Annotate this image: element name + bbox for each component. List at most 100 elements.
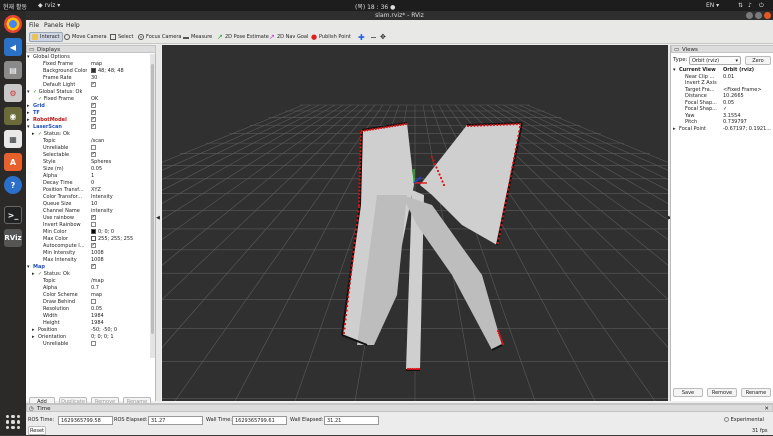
close-button[interactable] [764,12,771,19]
display-value[interactable]: 255; 255; 255 [91,236,153,243]
display-value[interactable]: 0.05 [91,166,153,173]
scene-canvas[interactable] [162,45,668,401]
display-row[interactable]: Max Intensity 1008 [26,257,154,264]
expanded-arrow-icon[interactable]: ▾ [27,89,30,96]
rviz-icon[interactable]: RViz [4,229,22,247]
power-icon[interactable]: ⏻ [759,2,764,10]
display-row[interactable]: Max Color 255; 255; 255 [26,236,154,243]
display-checkbox[interactable] [91,82,96,88]
display-value[interactable] [91,341,153,348]
display-value[interactable] [91,243,153,250]
collapsed-arrow-icon[interactable]: ▸ [32,271,35,278]
activities-button[interactable]: 현재 활동 [3,2,27,11]
display-checkbox[interactable] [91,264,96,270]
display-row[interactable]: Queue Size 10 [26,201,154,208]
display-row[interactable]: Min Color 0; 0; 0 [26,229,154,236]
display-row[interactable]: Draw Behind [26,299,154,306]
display-value[interactable] [91,124,153,131]
displays-panel-header[interactable]: ▭ Displays [26,45,156,53]
collapsed-arrow-icon[interactable]: ▸ [32,327,35,334]
display-checkbox[interactable] [91,215,96,221]
display-row[interactable]: ✓ Fixed Frame OK [26,96,154,103]
time-panel-header[interactable]: ◷ Time ✕ [26,404,773,412]
display-value[interactable]: Spheres [91,159,153,166]
display-checkbox[interactable] [91,222,96,227]
files-icon[interactable]: ▤ [4,61,22,79]
display-checkbox[interactable] [91,145,96,150]
display-value[interactable]: 1 [91,173,153,180]
display-value[interactable]: intensity [91,208,153,215]
display-value[interactable] [91,117,153,124]
experimental-checkbox[interactable]: Experimental [724,417,764,423]
display-value[interactable]: /map [91,278,153,285]
collapsed-arrow-icon[interactable]: ▸ [32,334,35,341]
display-checkbox[interactable] [91,243,96,249]
display-value[interactable] [91,145,153,152]
display-value[interactable]: 0 [91,180,153,187]
views-panel-header[interactable]: ▭ Views [671,45,773,53]
display-row[interactable]: Default Light [26,82,154,89]
display-checkbox[interactable] [91,103,96,109]
display-value[interactable] [91,222,153,229]
display-row[interactable]: Min Intensity 1008 [26,250,154,257]
display-row[interactable]: Unreliable [26,341,154,348]
display-row[interactable]: Invert Rainbow [26,222,154,229]
ros-time-field[interactable]: 1629365799.58 [58,416,113,425]
tool-2d-nav-goal[interactable]: ↗ 2D Nav Goal [267,32,310,42]
display-row[interactable]: ▾ Map [26,264,154,271]
display-row[interactable]: Width 1984 [26,313,154,320]
language-indicator[interactable]: EN ▾ [706,2,719,9]
display-value[interactable]: 1008 [91,250,153,257]
tool-select[interactable]: Select [108,32,135,42]
display-checkbox[interactable] [91,341,96,346]
expanded-arrow-icon[interactable]: ▾ [27,264,30,271]
tool-properties-button[interactable]: ✥ [378,32,388,42]
display-value[interactable] [91,103,153,110]
display-value[interactable]: Intensity [91,194,153,201]
libreoffice-icon[interactable]: ▦ [4,130,22,148]
add-tool-button[interactable]: ✚ [356,32,367,42]
display-row[interactable]: ▸ TF [26,110,154,117]
display-value[interactable] [91,264,153,271]
view-row[interactable]: ▸ Focal Point -0.67197; 0.1921... [671,126,773,133]
display-value[interactable]: 0.7 [91,285,153,292]
clock[interactable]: (목) 18 : 36 ● [355,2,395,11]
display-value[interactable]: map [91,292,153,299]
display-value[interactable]: OK [91,96,153,103]
display-row[interactable]: ▸ ✓ Status: Ok [26,131,154,138]
display-row[interactable]: Fixed Frame map [26,61,154,68]
save-view-button[interactable]: Save [673,388,703,397]
display-row[interactable]: Alpha 1 [26,173,154,180]
displays-tree[interactable]: ▾ Global Options Fixed Frame map Background … [26,54,154,358]
display-value[interactable] [91,152,153,159]
display-checkbox[interactable] [91,117,96,123]
tool-interact[interactable]: Interact [29,32,63,42]
display-row[interactable]: Topic/scan [26,138,154,145]
display-checkbox[interactable] [91,299,96,304]
zero-view-button[interactable]: Zero [745,56,771,65]
minimize-button[interactable] [746,12,753,19]
display-row[interactable]: Selectable [26,152,154,159]
show-applications-icon[interactable] [6,415,20,429]
display-checkbox[interactable] [91,152,96,158]
display-value[interactable]: 0.05 [91,306,153,313]
display-row[interactable]: ▸ ✓ Status: Ok [26,271,154,278]
expand-arrow-icon[interactable]: ▸ [673,126,676,133]
display-checkbox[interactable] [91,110,96,116]
render-viewport[interactable] [162,45,668,401]
rename-view-button[interactable]: Rename [741,388,771,397]
help-icon[interactable]: ? [4,176,22,194]
display-row[interactable]: Decay Time 0 [26,180,154,187]
display-value[interactable] [91,82,153,89]
rhythmbox-icon[interactable]: ◉ [4,107,22,125]
display-value[interactable]: 0; 0; 0; 1 [91,334,153,341]
menu-file[interactable]: File [29,22,39,29]
display-value[interactable]: 10 [91,201,153,208]
views-tree[interactable]: ▾ Current View Orbit (rviz) Near Clip ... 0.… [671,67,773,147]
display-row[interactable]: Channel Name intensity [26,208,154,215]
display-row[interactable]: ▾ Global Options [26,54,154,61]
display-value[interactable]: XYZ [91,187,153,194]
color-swatch[interactable] [91,236,96,241]
display-row[interactable]: ▸ Position -50; -50; 0 [26,327,154,334]
settings-icon[interactable]: ⚙ [4,84,22,102]
